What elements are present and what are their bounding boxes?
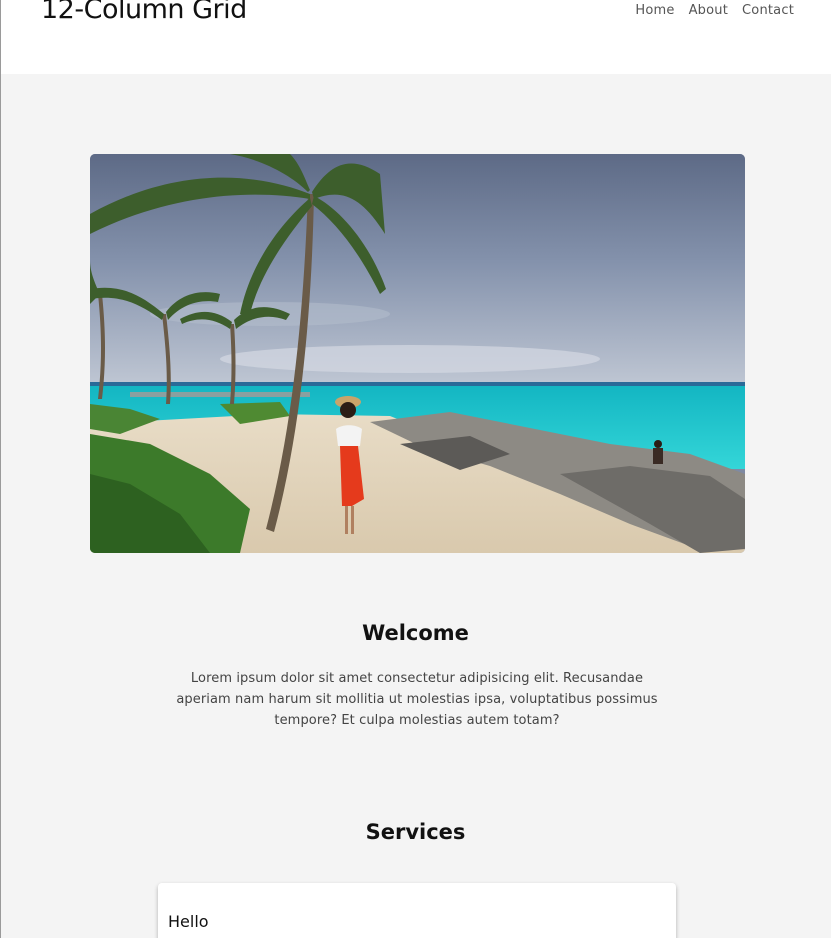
services-heading: Services [365, 820, 466, 845]
hero-image [90, 154, 745, 553]
page: 12-Column Grid Home About Contact Welcom… [0, 0, 831, 938]
site-brand[interactable]: 12-Column Grid [41, 0, 247, 30]
welcome-heading: Welcome [362, 621, 469, 646]
main-nav: Home About Contact [635, 3, 794, 18]
nav-contact-link[interactable]: Contact [742, 3, 794, 18]
nav-about-link[interactable]: About [689, 3, 728, 18]
welcome-paragraph: Lorem ipsum dolor sit amet consectetur a… [176, 671, 658, 728]
window-edge [0, 0, 1, 938]
site-header: 12-Column Grid Home About Contact [1, 0, 831, 74]
service-card-title: Hello [168, 912, 209, 931]
nav-home-link[interactable]: Home [635, 3, 674, 18]
service-card: Hello [158, 883, 676, 938]
